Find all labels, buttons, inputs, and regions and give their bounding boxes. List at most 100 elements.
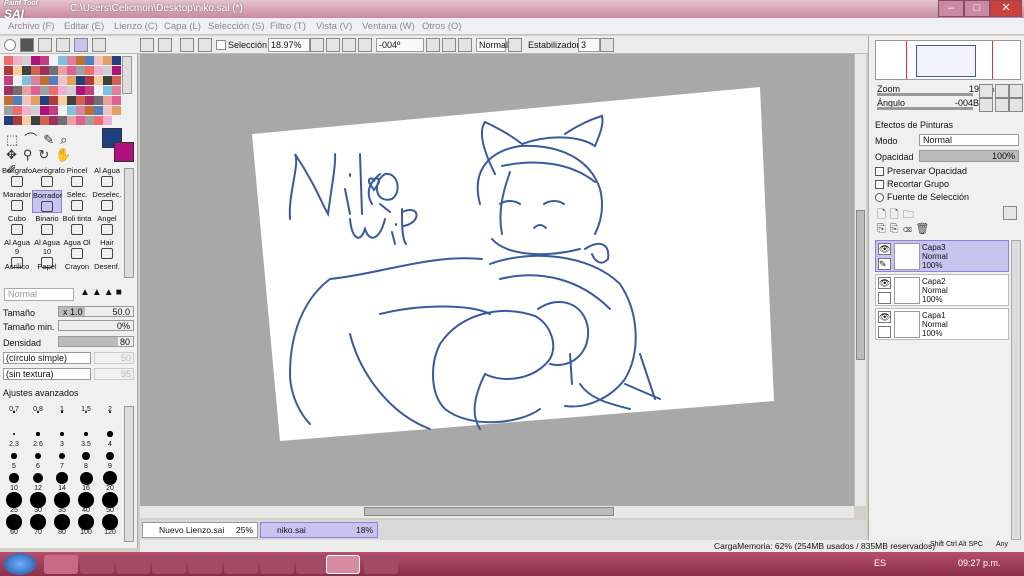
stabilizer-dropdown[interactable] [600,38,614,52]
color-swatch[interactable] [40,76,49,85]
tool-boli-tinta[interactable]: Boli tinta [62,214,92,235]
color-swatch[interactable] [49,86,58,95]
color-swatch[interactable] [40,96,49,105]
color-swatch[interactable] [94,96,103,105]
tool-al-agua[interactable]: Al Agua [92,166,122,187]
drawing-canvas[interactable] [140,54,854,506]
color-swatch[interactable] [49,106,58,115]
visibility-icon[interactable]: 👁 [878,243,891,255]
grid-icon[interactable] [56,38,70,52]
color-swatch[interactable] [94,76,103,85]
blend-mode-select[interactable]: Normal [476,38,508,52]
brush-size-dot[interactable] [11,453,17,459]
color-swatch[interactable] [49,66,58,75]
color-swatch[interactable] [22,66,31,75]
brush-size-dot[interactable] [30,492,46,508]
color-swatch[interactable] [13,56,22,65]
color-swatch[interactable] [22,86,31,95]
color-swatch[interactable] [94,56,103,65]
color-swatch[interactable] [13,116,22,125]
color-swatch[interactable] [13,66,22,75]
layer-capa1[interactable]: 👁 Capa1 Normal 100% [875,308,1009,340]
brush-lock-icon[interactable]: ✎ [878,258,891,270]
tool-hair[interactable]: Hair [92,238,122,259]
brush-size-dot[interactable] [60,432,64,436]
tool-marador[interactable]: Marador [2,190,32,211]
nav-zoom-in-icon[interactable] [995,84,1009,98]
document-icon[interactable] [364,555,398,574]
color-swatch[interactable] [22,76,31,85]
brush-edge-icons[interactable]: ▲▲▲■ [80,287,134,301]
color-swatch[interactable] [85,56,94,65]
texture-value[interactable]: 95 [94,368,134,380]
color-swatch[interactable] [85,66,94,75]
color-swatch[interactable] [31,76,40,85]
layer-action-icons-top[interactable]: 🗋🗋🗀 [877,206,957,221]
brush-size-dot[interactable] [12,432,16,436]
color-swatch[interactable] [76,116,85,125]
color-swatch[interactable] [49,96,58,105]
invert-icon[interactable] [198,38,212,52]
menu-filtro[interactable]: Filtro (T) [270,21,306,32]
menu-vista[interactable]: Vista (V) [316,21,352,32]
color-swatch[interactable] [103,86,112,95]
color-swatch[interactable] [76,96,85,105]
color-swatch[interactable] [58,76,67,85]
color-swatch[interactable] [112,106,121,115]
tool-binario[interactable]: Binario [32,214,62,235]
layers-scrollbar[interactable] [1011,240,1021,540]
tool-aerografo[interactable]: Aerógrafo [32,166,65,187]
nav-rotate-reset-icon[interactable] [1009,98,1023,112]
tool-acrilico[interactable]: Acrílico [2,262,32,271]
color-swatch[interactable] [94,106,103,115]
menu-capa[interactable]: Capa (L) [164,21,201,32]
min-size-slider[interactable]: 0% [58,320,134,331]
color-swatch[interactable] [67,116,76,125]
color-swatch[interactable] [85,86,94,95]
color-swatch[interactable] [94,66,103,75]
color-swatch[interactable] [76,86,85,95]
brush-size-dot[interactable] [56,472,68,484]
color-swatch[interactable] [76,76,85,85]
color-swatch[interactable] [49,116,58,125]
texture-select[interactable]: (sin textura) [3,368,91,380]
brush-size-dot[interactable] [30,514,46,530]
color-swatch[interactable] [40,56,49,65]
paint-effects-header[interactable]: Efectos de Pinturas [875,120,953,130]
color-swatch[interactable] [103,76,112,85]
color-swatch[interactable] [85,116,94,125]
lock-checkbox[interactable] [878,292,891,304]
color-swatch[interactable] [58,116,67,125]
tool-desenf[interactable]: Desenf. [92,262,122,271]
start-button[interactable] [4,553,36,575]
menu-editar[interactable]: Editar (E) [64,21,104,32]
tool-papel[interactable]: Papel [32,262,62,271]
color-swatch[interactable] [67,66,76,75]
navigator-preview[interactable] [875,40,1021,80]
color-swatch[interactable] [112,66,121,75]
color-swatch[interactable] [49,76,58,85]
nav-zoom-slider[interactable] [877,93,973,96]
color-swatch[interactable] [4,76,13,85]
color-swatch[interactable] [76,106,85,115]
color-swatch[interactable] [112,96,121,105]
zoom-out-icon[interactable] [326,38,340,52]
paint-tool-sai-icon[interactable] [326,555,360,574]
color-swatch[interactable] [4,56,13,65]
circle-icon[interactable] [4,39,16,51]
horizontal-scrollbar[interactable] [140,506,854,518]
undo-icon[interactable] [140,38,154,52]
nav-angle-slider[interactable] [877,107,973,110]
color-swatch[interactable] [94,86,103,95]
color-swatches[interactable] [4,56,121,126]
brush-size-dot[interactable] [36,432,40,436]
color-swatch[interactable] [13,86,22,95]
lock-checkbox[interactable] [878,326,891,338]
brush-size-dot[interactable] [102,470,118,486]
tool-agua-ol[interactable]: Agua Ol [62,238,92,259]
vertical-scrollbar[interactable] [854,54,866,506]
language-indicator[interactable]: ES [874,558,886,568]
color-swatch[interactable] [22,106,31,115]
monitor-icon[interactable] [92,38,106,52]
color-swatch[interactable] [22,116,31,125]
